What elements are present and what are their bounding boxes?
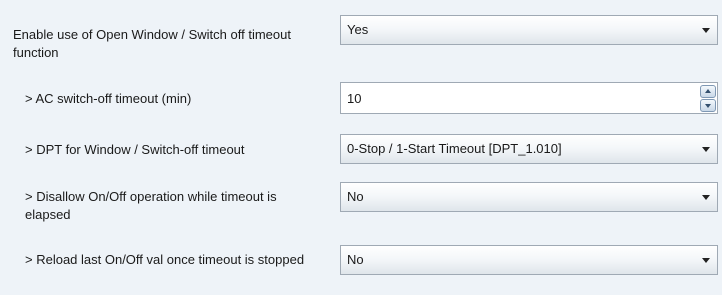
- chevron-down-icon: [702, 28, 710, 33]
- open-window-label: Enable use of Open Window / Switch off t…: [13, 27, 291, 60]
- spin-up-button[interactable]: [700, 85, 716, 98]
- dpt-dropdown[interactable]: 0-Stop / 1-Start Timeout [DPT_1.010]: [340, 134, 718, 164]
- disallow-value: No: [347, 189, 364, 204]
- ac-timeout-label: > AC switch-off timeout (min): [25, 91, 192, 106]
- spin-down-button[interactable]: [700, 99, 716, 112]
- reload-dropdown[interactable]: No: [340, 245, 718, 275]
- open-window-value: Yes: [347, 22, 369, 37]
- chevron-down-icon: [702, 195, 710, 200]
- parameter-panel: Enable use of Open Window / Switch off t…: [0, 0, 722, 295]
- chevron-down-icon: [702, 147, 710, 152]
- ac-timeout-value: 10: [347, 91, 362, 106]
- disallow-dropdown[interactable]: No: [340, 182, 718, 212]
- reload-label: > Reload last On/Off val once timeout is…: [25, 252, 305, 267]
- dpt-label: > DPT for Window / Switch-off timeout: [25, 142, 245, 157]
- arrow-down-icon: [705, 104, 711, 108]
- reload-value: No: [347, 252, 364, 267]
- ac-timeout-spinbox[interactable]: 10: [340, 82, 718, 114]
- disallow-label: > Disallow On/Off operation while timeou…: [25, 189, 277, 222]
- open-window-dropdown[interactable]: Yes: [340, 15, 718, 45]
- chevron-down-icon: [702, 258, 710, 263]
- dpt-value: 0-Stop / 1-Start Timeout [DPT_1.010]: [347, 141, 562, 156]
- arrow-up-icon: [705, 89, 711, 93]
